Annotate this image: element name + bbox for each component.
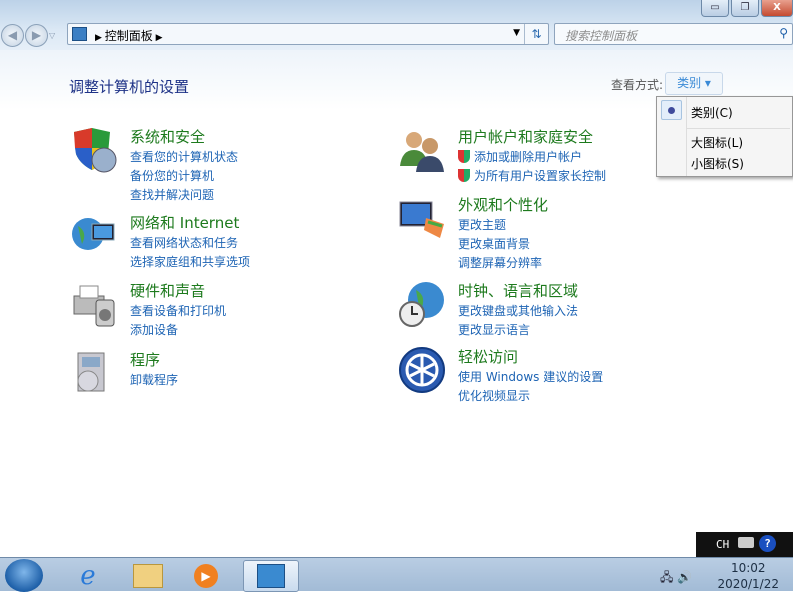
start-button[interactable]: [5, 559, 43, 592]
network-globe-icon: [72, 218, 115, 250]
search-input[interactable]: 搜索控制面板 ⚲: [554, 23, 793, 45]
clock-date: 2020/1/22: [717, 577, 779, 591]
window-chrome: ▭ ❐ X ◀ ▶ ▽ ▶ 控制面板 ▶ ▼ ⇅ 搜索控制面板 ⚲: [0, 0, 793, 50]
internet-explorer-icon[interactable]: e: [62, 560, 114, 592]
restore-button[interactable]: ❐: [731, 0, 759, 17]
minimize-button[interactable]: ▭: [701, 0, 729, 17]
clock[interactable]: 10:02 2020/1/22: [717, 560, 779, 592]
selected-radio-icon: [661, 100, 682, 120]
category-link[interactable]: 备份您的计算机: [130, 167, 238, 186]
category-link[interactable]: 选择家庭组和共享选项: [130, 253, 250, 272]
menu-item-large-icons[interactable]: 大图标(L): [691, 134, 743, 151]
category-link[interactable]: 添加或删除用户帐户: [458, 148, 606, 167]
shield-icon: [74, 128, 117, 173]
category-link[interactable]: 优化视频显示: [458, 387, 603, 406]
category-title[interactable]: 时钟、语言和区域: [458, 280, 578, 301]
network-icon[interactable]: 🖧: [660, 570, 673, 584]
programs-icon: [77, 352, 105, 392]
category-title[interactable]: 外观和个性化: [458, 194, 548, 215]
recent-pages-dropdown[interactable]: ▽: [49, 24, 55, 48]
volume-icon[interactable]: 🔊: [677, 570, 692, 584]
users-icon: [400, 132, 444, 172]
category-link[interactable]: 为所有用户设置家长控制: [458, 167, 606, 186]
search-placeholder: 搜索控制面板: [565, 29, 638, 43]
category-link[interactable]: 添加设备: [130, 321, 226, 340]
category-link[interactable]: 查看您的计算机状态: [130, 148, 238, 167]
category-title[interactable]: 程序: [130, 349, 160, 370]
view-by-dropdown[interactable]: 类别 ▾: [665, 72, 723, 95]
breadcrumb-control-panel[interactable]: 控制面板: [105, 29, 153, 43]
keyboard-icon[interactable]: [738, 537, 754, 548]
category-link[interactable]: 更改主题: [458, 216, 542, 235]
close-button[interactable]: X: [761, 0, 793, 17]
category-link[interactable]: 更改显示语言: [458, 321, 578, 340]
refresh-button[interactable]: ⇅: [524, 24, 548, 44]
category-link[interactable]: 查找并解决问题: [130, 186, 238, 205]
menu-item-category[interactable]: 类别(C): [691, 104, 733, 121]
category-title[interactable]: 硬件和声音: [130, 280, 205, 301]
taskbar: e ▶ 🖧 🔊 10:02 2020/1/22: [0, 557, 793, 592]
uac-shield-icon: [458, 150, 470, 163]
ease-of-access-icon: [399, 347, 445, 393]
view-by-label: 查看方式:: [611, 78, 664, 92]
uac-shield-icon: [458, 169, 470, 182]
category-title[interactable]: 网络和 Internet: [130, 212, 239, 233]
category-link[interactable]: 卸载程序: [130, 371, 178, 390]
address-dropdown-icon[interactable]: ▼: [513, 28, 520, 38]
menu-item-small-icons[interactable]: 小图标(S): [691, 155, 744, 172]
category-link[interactable]: 调整屏幕分辨率: [458, 254, 542, 273]
appearance-icon: [399, 201, 444, 238]
printer-icon: [73, 285, 115, 327]
category-title[interactable]: 系统和安全: [130, 126, 205, 147]
search-icon[interactable]: ⚲: [779, 26, 788, 40]
category-link[interactable]: 查看设备和打印机: [130, 302, 226, 321]
view-by-menu: 类别(C) 大图标(L) 小图标(S): [656, 96, 793, 177]
address-bar[interactable]: ▶ 控制面板 ▶ ▼ ⇅: [67, 23, 549, 45]
page-title: 调整计算机的设置: [69, 78, 190, 96]
media-player-icon[interactable]: ▶: [180, 560, 232, 592]
explorer-folder-icon[interactable]: [122, 560, 174, 592]
clock-time: 10:02: [730, 561, 766, 575]
clock-globe-icon: [399, 282, 444, 327]
category-link[interactable]: 查看网络状态和任务: [130, 234, 250, 253]
language-bar: CH ?: [696, 532, 793, 557]
language-indicator[interactable]: CH: [716, 538, 729, 551]
back-button[interactable]: ◀: [1, 24, 24, 47]
forward-button[interactable]: ▶: [25, 24, 48, 47]
category-title[interactable]: 轻松访问: [458, 346, 518, 367]
category-link[interactable]: 更改桌面背景: [458, 235, 542, 254]
control-panel-icon: [72, 27, 87, 41]
control-panel-taskbar-button[interactable]: [243, 560, 299, 592]
category-title[interactable]: 用户帐户和家庭安全: [458, 126, 593, 147]
help-icon[interactable]: ?: [759, 535, 776, 552]
category-link[interactable]: 更改键盘或其他输入法: [458, 302, 578, 321]
category-link[interactable]: 使用 Windows 建议的设置: [458, 368, 603, 387]
